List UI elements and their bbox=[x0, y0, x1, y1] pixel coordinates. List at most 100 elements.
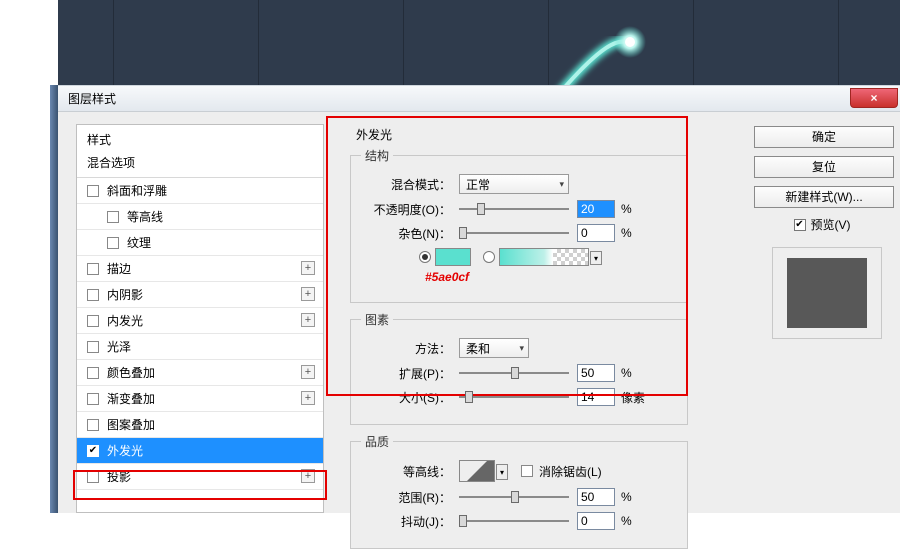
chevron-down-icon: ▾ bbox=[559, 179, 564, 190]
size-label: 大小(S)： bbox=[361, 389, 451, 406]
style-item-1[interactable]: 等高线 bbox=[77, 204, 323, 230]
dialog-titlebar[interactable]: 图层样式 × bbox=[58, 86, 900, 112]
quality-legend: 品质 bbox=[361, 433, 393, 450]
preview-checkbox[interactable] bbox=[794, 219, 806, 231]
style-item-checkbox[interactable] bbox=[87, 185, 99, 197]
gradient-dropdown-icon[interactable]: ▾ bbox=[590, 251, 602, 265]
noise-slider[interactable] bbox=[459, 226, 569, 240]
style-item-label: 描边 bbox=[107, 260, 131, 277]
glow-curve-artwork bbox=[58, 0, 900, 85]
range-input[interactable]: 50 bbox=[577, 488, 615, 506]
style-item-label: 内发光 bbox=[107, 312, 143, 329]
glow-color-gradient-radio[interactable] bbox=[483, 251, 495, 263]
style-item-2[interactable]: 纹理 bbox=[77, 230, 323, 256]
contour-label: 等高线： bbox=[361, 463, 451, 480]
add-effect-icon[interactable]: + bbox=[301, 261, 315, 275]
style-item-label: 图案叠加 bbox=[107, 416, 155, 433]
dialog-title: 图层样式 bbox=[68, 90, 116, 107]
glow-color-swatch[interactable] bbox=[435, 248, 471, 266]
style-item-0[interactable]: 斜面和浮雕 bbox=[77, 178, 323, 204]
size-slider[interactable] bbox=[459, 390, 569, 404]
noise-label: 杂色(N)： bbox=[361, 225, 451, 242]
style-item-checkbox[interactable] bbox=[87, 289, 99, 301]
style-item-label: 纹理 bbox=[127, 234, 151, 251]
ok-button[interactable]: 确定 bbox=[754, 126, 894, 148]
style-item-checkbox[interactable] bbox=[87, 263, 99, 275]
styles-list-panel: 样式 混合选项 斜面和浮雕等高线纹理描边+内阴影+内发光+光泽颜色叠加+渐变叠加… bbox=[76, 124, 324, 513]
style-item-6[interactable]: 光泽 bbox=[77, 334, 323, 360]
spread-label: 扩展(P)： bbox=[361, 365, 451, 382]
jitter-slider[interactable] bbox=[459, 514, 569, 528]
preview-label: 预览(V) bbox=[811, 216, 851, 233]
structure-legend: 结构 bbox=[361, 147, 393, 164]
spread-unit: % bbox=[621, 366, 632, 380]
style-item-7[interactable]: 颜色叠加 + bbox=[77, 360, 323, 386]
new-style-button[interactable]: 新建样式(W)... bbox=[754, 186, 894, 208]
size-unit: 像素 bbox=[621, 389, 645, 406]
style-item-10[interactable]: 外发光 bbox=[77, 438, 323, 464]
blend-mode-value: 正常 bbox=[466, 176, 490, 193]
style-item-checkbox[interactable] bbox=[87, 445, 99, 457]
opacity-slider[interactable] bbox=[459, 202, 569, 216]
elements-group: 图素 方法： 柔和 ▾ 扩展(P)： 50 % bbox=[350, 311, 688, 425]
style-item-checkbox[interactable] bbox=[87, 419, 99, 431]
window-left-edge bbox=[50, 85, 58, 513]
antialias-label: 消除锯齿(L) bbox=[539, 463, 602, 480]
reset-button[interactable]: 复位 bbox=[754, 156, 894, 178]
style-item-3[interactable]: 描边 + bbox=[77, 256, 323, 282]
style-item-checkbox[interactable] bbox=[87, 315, 99, 327]
right-buttons-column: 确定 复位 新建样式(W)... 预览(V) bbox=[740, 124, 890, 513]
style-item-5[interactable]: 内发光 + bbox=[77, 308, 323, 334]
opacity-input[interactable]: 20 bbox=[577, 200, 615, 218]
style-item-checkbox[interactable] bbox=[87, 471, 99, 483]
style-item-8[interactable]: 渐变叠加+ bbox=[77, 386, 323, 412]
add-effect-icon[interactable]: + bbox=[301, 313, 315, 327]
style-item-4[interactable]: 内阴影 + bbox=[77, 282, 323, 308]
preview-checkbox-row[interactable]: 预览(V) bbox=[754, 216, 890, 233]
noise-input[interactable]: 0 bbox=[577, 224, 615, 242]
spread-slider[interactable] bbox=[459, 366, 569, 380]
style-item-label: 光泽 bbox=[107, 338, 131, 355]
blend-mode-select[interactable]: 正常 ▾ bbox=[459, 174, 569, 194]
style-item-checkbox[interactable] bbox=[107, 237, 119, 249]
add-effect-icon[interactable]: + bbox=[301, 391, 315, 405]
style-item-label: 投影 bbox=[107, 468, 131, 485]
style-item-11[interactable]: 投影 + bbox=[77, 464, 323, 490]
close-icon: × bbox=[870, 91, 877, 105]
spread-input[interactable]: 50 bbox=[577, 364, 615, 382]
contour-picker[interactable]: ▾ bbox=[459, 460, 495, 482]
size-input[interactable]: 14 bbox=[577, 388, 615, 406]
add-effect-icon[interactable]: + bbox=[301, 287, 315, 301]
jitter-input[interactable]: 0 bbox=[577, 512, 615, 530]
preview-box-container bbox=[772, 247, 882, 339]
style-item-checkbox[interactable] bbox=[87, 367, 99, 379]
style-item-checkbox[interactable] bbox=[107, 211, 119, 223]
add-effect-icon[interactable]: + bbox=[301, 469, 315, 483]
add-effect-icon[interactable]: + bbox=[301, 365, 315, 379]
preview-swatch bbox=[787, 258, 867, 328]
style-item-9[interactable]: 图案叠加 bbox=[77, 412, 323, 438]
styles-header[interactable]: 样式 bbox=[77, 125, 323, 152]
technique-select[interactable]: 柔和 ▾ bbox=[459, 338, 529, 358]
noise-unit: % bbox=[621, 226, 632, 240]
contour-dropdown-icon[interactable]: ▾ bbox=[496, 464, 508, 480]
glow-color-solid-radio[interactable] bbox=[419, 251, 431, 263]
layer-style-dialog: 图层样式 × 样式 混合选项 斜面和浮雕等高线纹理描边 + 内阴影 + 内发光 + 光泽颜色… bbox=[58, 85, 900, 513]
style-item-label: 外发光 bbox=[107, 442, 143, 459]
canvas-background bbox=[58, 0, 900, 85]
technique-value: 柔和 bbox=[466, 340, 490, 357]
jitter-label: 抖动(J)： bbox=[361, 513, 451, 530]
opacity-unit: % bbox=[621, 202, 632, 216]
blending-options-item[interactable]: 混合选项 bbox=[77, 152, 323, 178]
close-button[interactable]: × bbox=[850, 88, 898, 108]
style-item-checkbox[interactable] bbox=[87, 341, 99, 353]
style-item-label: 颜色叠加 bbox=[107, 364, 155, 381]
antialias-checkbox[interactable] bbox=[521, 465, 533, 477]
style-item-checkbox[interactable] bbox=[87, 393, 99, 405]
glow-gradient-swatch[interactable]: ▾ bbox=[499, 248, 589, 266]
blend-mode-label: 混合模式： bbox=[361, 176, 451, 193]
style-item-label: 内阴影 bbox=[107, 286, 143, 303]
settings-area: 外发光 结构 混合模式： 正常 ▾ 不透明度(O)： bbox=[324, 124, 740, 513]
annotation-color-hex: #5ae0cf bbox=[425, 270, 469, 284]
range-slider[interactable] bbox=[459, 490, 569, 504]
